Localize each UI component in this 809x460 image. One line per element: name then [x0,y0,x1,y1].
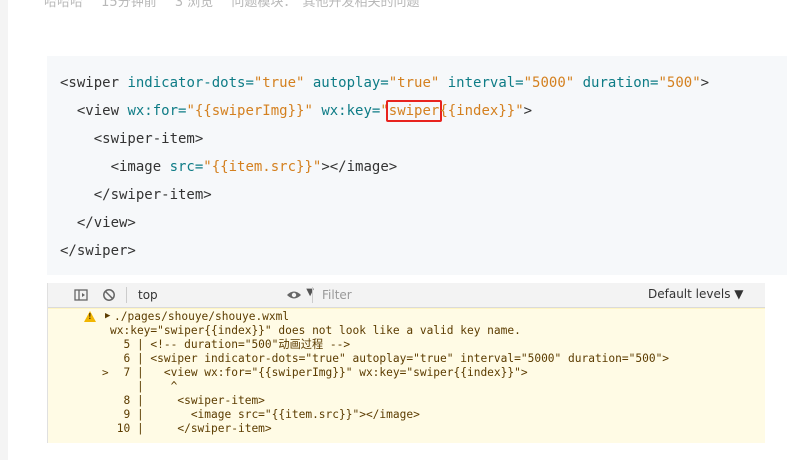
module-value[interactable]: 其他开发相关的问题 [303,0,420,10]
code-token: duration= [574,75,659,91]
clear-console-icon[interactable] [102,288,116,302]
post-time: 15分钟前 [101,0,157,10]
expand-arrow-icon[interactable]: ▶ [105,311,110,321]
warning-message: ▶ ./pages/shouye/shouye.wxml wx:key="swi… [48,308,765,443]
filter-input[interactable] [318,287,622,303]
code-token: "{{item.src}}" [203,159,322,175]
view-count: 3 浏览 [174,0,214,10]
code-token: "500" [658,75,701,91]
code-token: <image [60,159,170,175]
log-levels-dropdown[interactable]: Default levels ▼ [648,287,744,301]
code-token: wx:for= [127,103,187,119]
context-value: top [138,288,158,302]
code-frame-line: | ^ [110,380,178,393]
warning-icon [84,311,96,322]
code-line-1: <swiper indicator-dots="true" autoplay="… [60,74,709,92]
author-name[interactable]: 哈哈哈 [44,0,83,10]
code-token: {{index}}" [439,103,524,119]
code-line-2: <view wx:for="{{swiperImg}}" wx:key="swi… [60,100,533,122]
warning-text: wx:key="swiper{{index}}" does not look l… [110,324,521,337]
console-toolbar: top ▼ Default levels ▼ [48,283,765,308]
code-token: wx:key= [312,103,381,119]
code-token: "{{swiperImg}}" [186,103,313,119]
code-frame-line: 10 | </swiper-item> [110,422,272,435]
code-token: src= [169,159,204,175]
code-line-5: </swiper-item> [60,187,212,203]
code-line-7: </swiper> [60,243,136,259]
code-frame-line: 6 | <swiper indicator-dots="true" autopl… [110,352,670,365]
code-token: "5000" [523,75,575,91]
error-line-marker-icon: > [102,366,109,379]
code-token: > [523,103,533,119]
code-frame-line: 7 | <view wx:for="{{swiperImg}}" wx:key=… [110,366,528,379]
code-token: "true" [388,75,440,91]
sidebar-toggle-icon[interactable] [74,288,88,302]
code-line-4: <image src="{{item.src}}"></image> [60,158,398,176]
code-token: > [700,75,710,91]
post-meta-row: 哈哈哈 15分钟前 3 浏览 问题模块： 其他开发相关的问题 [44,0,434,10]
code-frame-line: 8 | <swiper-item> [110,394,265,407]
highlight-box: swiper [385,100,443,122]
devtools-console: top ▼ Default levels ▼ ▶ ./pages/shouye/… [47,283,765,443]
code-frame-line: 5 | <!-- duration="500"动画过程 --> [110,338,351,351]
code-token: interval= [439,75,524,91]
toolbar-divider [312,287,313,303]
toolbar-divider [126,287,127,303]
code-line-6: </view> [60,215,136,231]
code-token: ></image> [321,159,398,175]
eye-icon[interactable] [286,288,301,302]
source-path-link[interactable]: ./pages/shouye/shouye.wxml [114,310,289,324]
code-token: <view [60,103,128,119]
code-token: <swiper [60,75,128,91]
code-token: "true" [253,75,305,91]
page-left-edge [0,0,8,460]
module-label: 问题模块： [231,0,297,10]
code-frame-line: 9 | <image src="{{item.src}}"></image> [110,408,420,421]
code-token: indicator-dots= [127,75,254,91]
code-block: <swiper indicator-dots="true" autoplay="… [47,56,787,275]
code-token: autoplay= [304,75,389,91]
code-line-3: <swiper-item> [60,131,204,147]
